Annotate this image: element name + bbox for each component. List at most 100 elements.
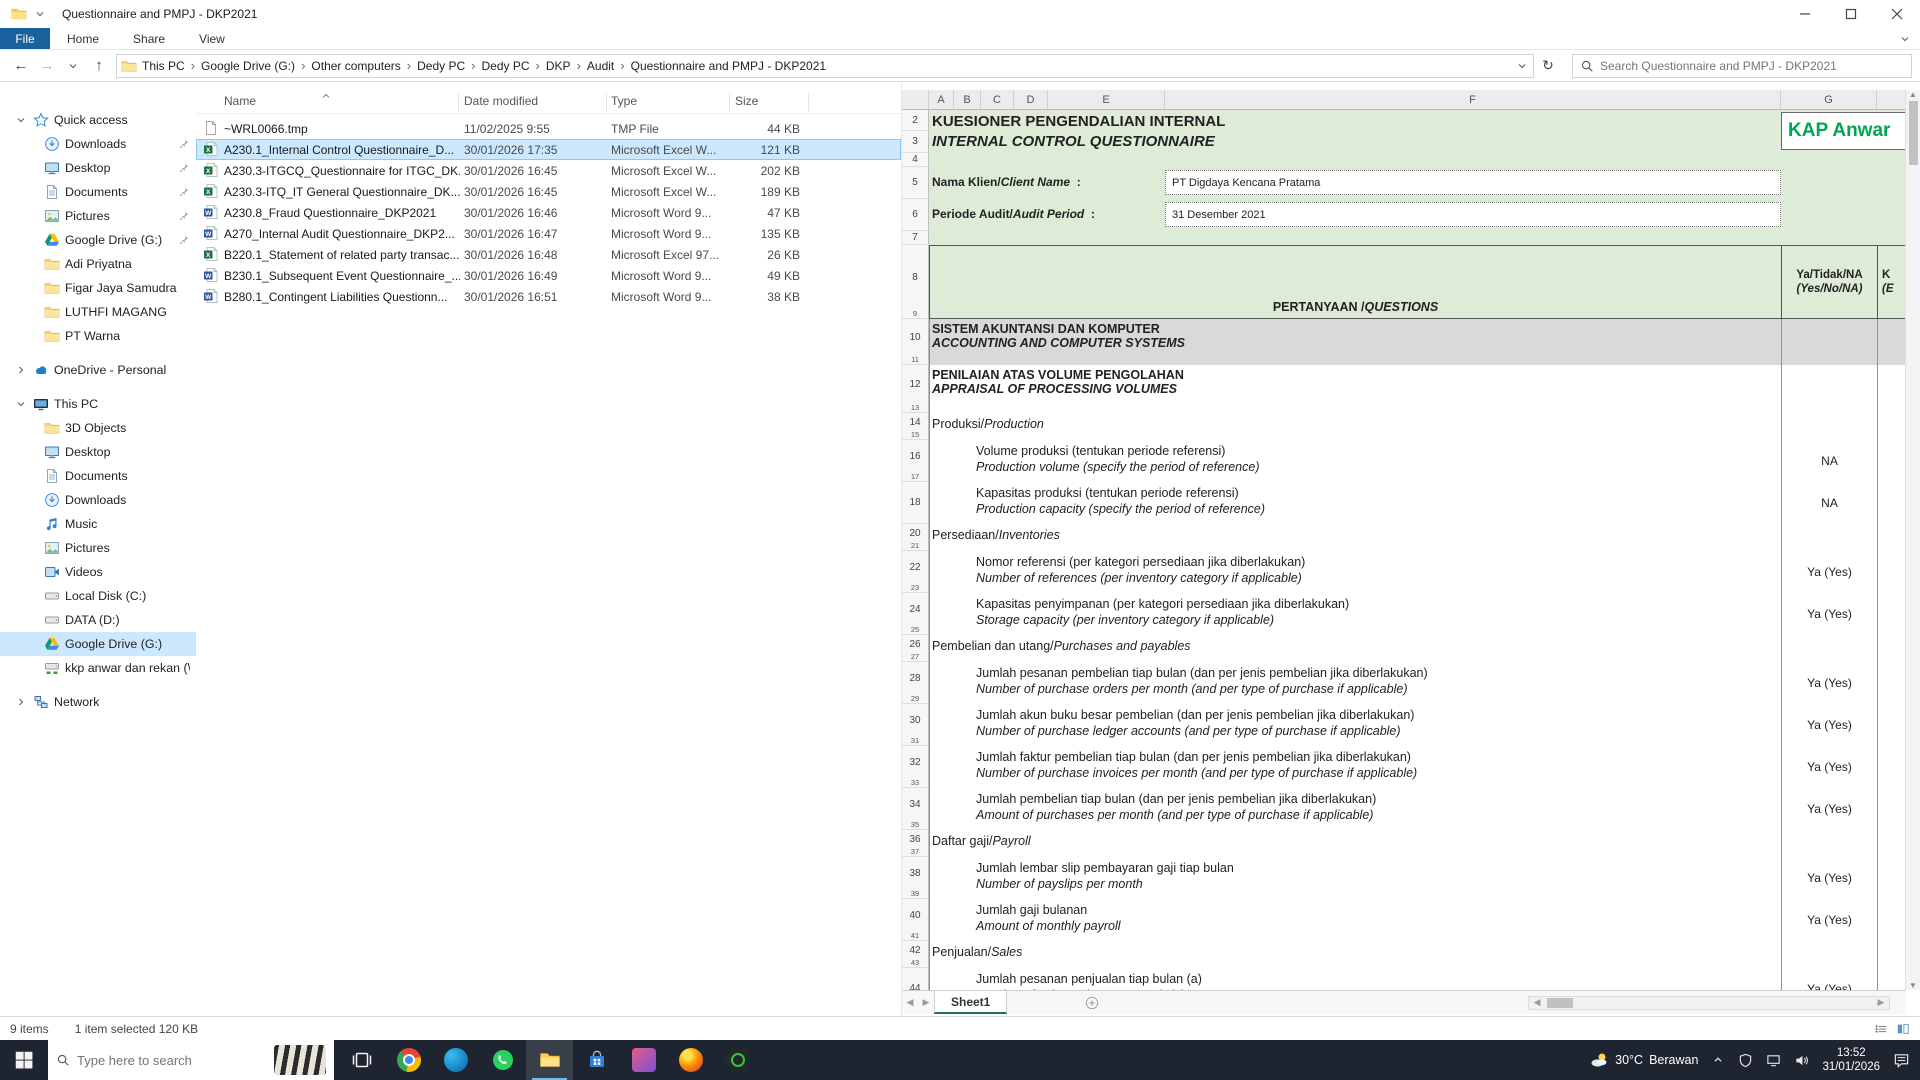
file-row-wrl0066-tmp[interactable]: ~WRL0066.tmp11/02/2025 9:55TMP File44 KB	[196, 118, 901, 139]
answer-cell[interactable]: Ya (Yes)	[1781, 899, 1878, 941]
address-dropdown-chevron-icon[interactable]	[1511, 60, 1533, 72]
sidebar-item-downloads[interactable]: Downloads	[0, 132, 196, 156]
security-shield-icon[interactable]	[1738, 1053, 1753, 1068]
sidebar-item-documents[interactable]: Documents	[0, 180, 196, 204]
answer-cell[interactable]: Ya (Yes)	[1781, 593, 1878, 635]
file-tab[interactable]: File	[0, 28, 50, 49]
file-row-b230-1-subsequent-ev[interactable]: WB230.1_Subsequent Event Questionnaire_.…	[196, 265, 901, 286]
address-bar[interactable]: This PC›Google Drive (G:)›Other computer…	[116, 54, 1534, 78]
hscroll-thumb[interactable]	[1547, 998, 1573, 1008]
file-explorer-button[interactable]	[526, 1040, 573, 1080]
answer-cell[interactable]: Ya (Yes)	[1781, 968, 1878, 990]
task-view-button[interactable]	[338, 1040, 385, 1080]
taskbar-search-box[interactable]	[48, 1040, 334, 1080]
minimize-button[interactable]	[1782, 0, 1828, 28]
vscroll-up-icon[interactable]: ▲	[1909, 90, 1917, 99]
network-tray-icon[interactable]	[1766, 1053, 1781, 1068]
large-icons-view-icon[interactable]	[1896, 1022, 1910, 1036]
back-button[interactable]: ←	[8, 53, 34, 79]
sidebar-item-desktop[interactable]: Desktop	[0, 440, 196, 464]
file-row-a230-8-fraud-questio[interactable]: WA230.8_Fraud Questionnaire_DKP202130/01…	[196, 202, 901, 223]
file-row-b280-1-contingent-li[interactable]: WB280.1_Contingent Liabilities Questionn…	[196, 286, 901, 307]
column-letter-f[interactable]: F	[1165, 90, 1781, 110]
weather-widget[interactable]: 30°C Berawan	[1589, 1050, 1698, 1070]
speaker-icon[interactable]	[1794, 1053, 1809, 1068]
vertical-scrollbar[interactable]: ▲ ▼	[1905, 90, 1920, 990]
recent-locations-chevron-icon[interactable]	[60, 53, 86, 79]
hscroll-left-icon[interactable]: ◀	[1529, 997, 1545, 1008]
answer-cell[interactable]: Ya (Yes)	[1781, 704, 1878, 746]
edge-button[interactable]	[432, 1040, 479, 1080]
explorer-search-box[interactable]	[1572, 54, 1912, 78]
store-button[interactable]	[573, 1040, 620, 1080]
field-value-cell[interactable]: PT Digdaya Kencana Pratama	[1165, 170, 1781, 195]
sheet-nav-right-icon[interactable]: ▶	[918, 997, 934, 1008]
breadcrumb-item[interactable]: DKP	[541, 55, 576, 77]
sheet-tab[interactable]: Sheet1	[934, 991, 1007, 1014]
hscroll-right-icon[interactable]: ▶	[1873, 997, 1889, 1008]
hidden-icons-chevron-icon[interactable]	[1711, 1053, 1725, 1067]
breadcrumb-item[interactable]: Questionnaire and PMPJ - DKP2021	[626, 55, 831, 77]
answer-cell[interactable]: Ya (Yes)	[1781, 857, 1878, 899]
answer-cell[interactable]: Ya (Yes)	[1781, 551, 1878, 593]
sidebar-item-downloads[interactable]: Downloads	[0, 488, 196, 512]
capture-tool-button[interactable]	[714, 1040, 761, 1080]
breadcrumb-item[interactable]: Dedy PC	[412, 55, 470, 77]
column-divider[interactable]	[458, 93, 459, 111]
ribbon-tab-share[interactable]: Share	[116, 28, 182, 49]
column-letter-g[interactable]: G	[1781, 90, 1877, 110]
clock[interactable]: 13:52 31/01/2026	[1822, 1046, 1880, 1074]
column-letter-a[interactable]: A	[929, 90, 954, 110]
answer-cell[interactable]: Ya (Yes)	[1781, 746, 1878, 788]
start-button[interactable]	[0, 1040, 48, 1080]
column-letter-c[interactable]: C	[981, 90, 1014, 110]
sidebar-item-google-drive-g[interactable]: Google Drive (G:)	[0, 632, 196, 656]
column-letter-d[interactable]: D	[1014, 90, 1048, 110]
sidebar-item-quick-access[interactable]: Quick access	[0, 108, 196, 132]
sidebar-item-luthfi-magang[interactable]: LUTHFI MAGANG	[0, 300, 196, 324]
sidebar-item-this-pc[interactable]: This PC	[0, 392, 196, 416]
sidebar-item-kkp-anwar-dan-rekan-1[interactable]: kkp anwar dan rekan (\\1	[0, 656, 196, 680]
close-button[interactable]	[1874, 0, 1920, 28]
sidebar-item-figar-jaya-samudra[interactable]: Figar Jaya Samudra	[0, 276, 196, 300]
field-value-cell[interactable]: 31 Desember 2021	[1165, 202, 1781, 227]
sidebar-item-network[interactable]: Network	[0, 690, 196, 714]
file-row-a230-1-internal-cont[interactable]: XA230.1_Internal Control Questionnaire_D…	[196, 139, 901, 160]
search-highlight-zebra-image[interactable]	[274, 1045, 326, 1075]
column-letter-corner[interactable]	[1877, 90, 1906, 110]
taskbar-search-input[interactable]	[77, 1053, 267, 1068]
vscroll-down-icon[interactable]: ▼	[1909, 981, 1917, 990]
firefox-button[interactable]	[667, 1040, 714, 1080]
vscroll-thumb[interactable]	[1909, 101, 1918, 165]
breadcrumb-item[interactable]: Other computers	[306, 55, 405, 77]
sidebar-item-adi-priyatna[interactable]: Adi Priyatna	[0, 252, 196, 276]
sidebar-item-videos[interactable]: Videos	[0, 560, 196, 584]
column-header-date-modified[interactable]: Date modified	[464, 94, 538, 108]
sidebar-item-local-disk-c[interactable]: Local Disk (C:)	[0, 584, 196, 608]
sidebar-item-desktop[interactable]: Desktop	[0, 156, 196, 180]
column-letter-corner[interactable]	[902, 90, 929, 110]
sidebar-item-onedrive-personal[interactable]: OneDrive - Personal	[0, 358, 196, 382]
answer-cell[interactable]: NA	[1781, 440, 1878, 482]
file-row-a230-3-itgcq-questio[interactable]: XA230.3-ITGCQ_Questionnaire for ITGC_DK.…	[196, 160, 901, 181]
ribbon-tab-home[interactable]: Home	[50, 28, 116, 49]
up-button[interactable]: ↑	[86, 53, 112, 79]
sidebar-item-documents[interactable]: Documents	[0, 464, 196, 488]
add-sheet-icon[interactable]	[1085, 996, 1099, 1010]
ribbon-tab-view[interactable]: View	[182, 28, 242, 49]
column-letter-b[interactable]: B	[954, 90, 981, 110]
answer-cell[interactable]: Ya (Yes)	[1781, 788, 1878, 830]
column-header-name[interactable]: Name	[224, 94, 256, 108]
column-divider[interactable]	[606, 93, 607, 111]
answer-cell[interactable]: Ya (Yes)	[1781, 662, 1878, 704]
file-row-a230-3-itq-it-genera[interactable]: XA230.3-ITQ_IT General Questionnaire_DK.…	[196, 181, 901, 202]
sidebar-item-pt-warna[interactable]: PT Warna	[0, 324, 196, 348]
sidebar-item-data-d[interactable]: DATA (D:)	[0, 608, 196, 632]
sidebar-item-google-drive-g[interactable]: Google Drive (G:)	[0, 228, 196, 252]
refresh-button[interactable]: ↻	[1534, 54, 1562, 78]
maximize-button[interactable]	[1828, 0, 1874, 28]
sidebar-item-pictures[interactable]: Pictures	[0, 204, 196, 228]
column-letter-e[interactable]: E	[1048, 90, 1165, 110]
sidebar-item-pictures[interactable]: Pictures	[0, 536, 196, 560]
file-row-b220-1-statement-of[interactable]: XB220.1_Statement of related party trans…	[196, 244, 901, 265]
